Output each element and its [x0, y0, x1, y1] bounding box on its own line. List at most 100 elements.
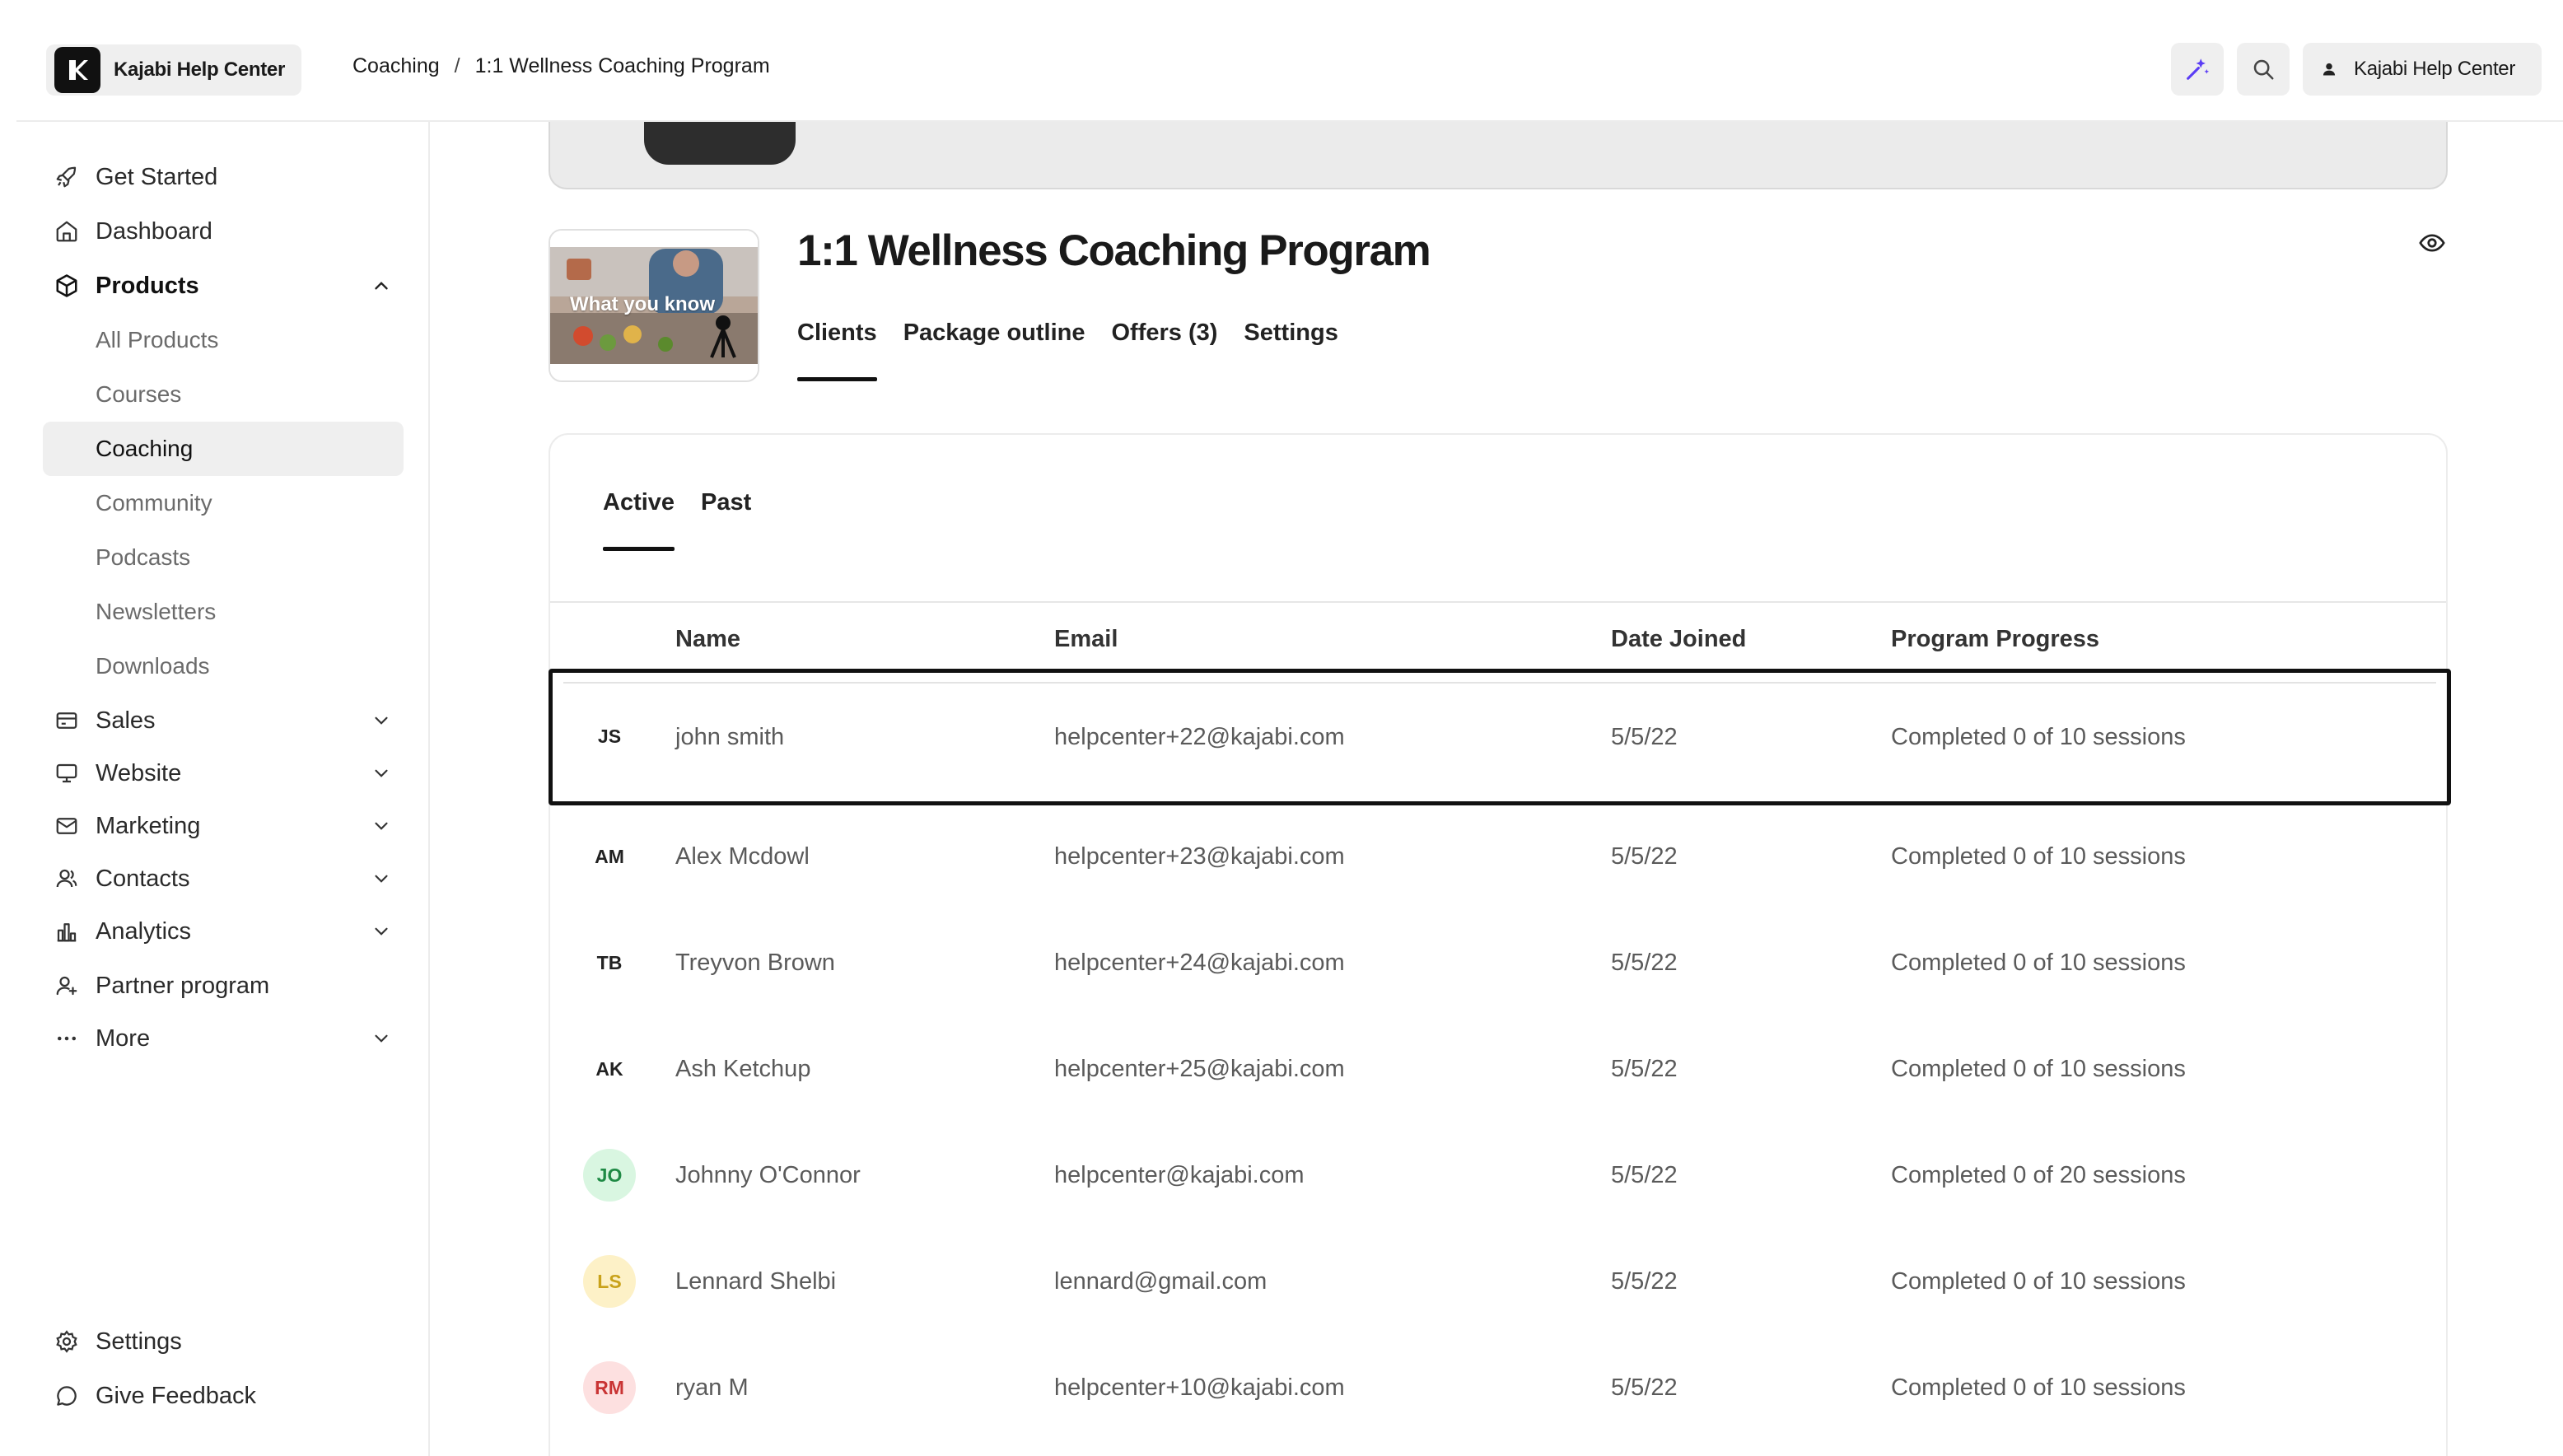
breadcrumb-separator: / [454, 54, 460, 77]
client-email: helpcenter+25@kajabi.com [1054, 1055, 1345, 1082]
avatar: AK [583, 1043, 636, 1095]
chevron-down-icon[interactable] [371, 1028, 392, 1049]
table-row[interactable]: TB Treyvon Brown helpcenter+24@kajabi.co… [550, 910, 2449, 1015]
avatar: JS [583, 710, 636, 763]
table-row[interactable]: JS john smith helpcenter+22@kajabi.com 5… [549, 669, 2451, 805]
account-label: Kajabi Help Center [2354, 58, 2516, 80]
sidebar-item-contacts[interactable]: Contacts [43, 852, 404, 906]
client-progress: Completed 0 of 10 sessions [1891, 1055, 2186, 1082]
sidebar-item-give-feedback[interactable]: Give Feedback [43, 1369, 404, 1423]
client-progress: Completed 0 of 10 sessions [1891, 1374, 2186, 1401]
sidebar-item-website[interactable]: Website [43, 746, 404, 800]
chevron-down-icon[interactable] [371, 921, 392, 942]
divider [550, 601, 2446, 603]
search-button[interactable] [2237, 43, 2290, 96]
tab-clients[interactable]: Clients [797, 320, 877, 385]
sidebar-item-label: Sales [96, 707, 156, 734]
ai-assistant-button[interactable] [2171, 43, 2224, 96]
client-email: helpcenter+24@kajabi.com [1054, 949, 1345, 976]
chevron-down-icon[interactable] [371, 710, 392, 731]
tab-active[interactable]: Active [603, 489, 675, 552]
sidebar-item-marketing[interactable]: Marketing [43, 799, 404, 853]
column-header-email[interactable]: Email [1054, 626, 1118, 653]
banner-button[interactable] [644, 122, 796, 165]
monitor-icon [43, 761, 96, 786]
breadcrumb-coaching[interactable]: Coaching [352, 54, 440, 78]
client-date-joined: 5/5/22 [1611, 949, 1678, 976]
preview-button[interactable] [2418, 229, 2446, 261]
chevron-down-icon[interactable] [371, 815, 392, 837]
sidebar-subitem-podcasts[interactable]: Podcasts [43, 530, 404, 585]
chevron-up-icon[interactable] [371, 275, 392, 296]
client-progress: Completed 0 of 10 sessions [1891, 723, 2186, 750]
client-name: ryan M [675, 1374, 749, 1401]
column-header-name[interactable]: Name [675, 626, 740, 653]
tab-package-outline[interactable]: Package outline [903, 320, 1085, 385]
client-name: Treyvon Brown [675, 949, 835, 976]
client-date-joined: 5/5/22 [1611, 723, 1678, 750]
chevron-down-icon[interactable] [371, 763, 392, 784]
table-row[interactable]: AK Ash Ketchup helpcenter+25@kajabi.com … [550, 1016, 2449, 1122]
sidebar-item-more[interactable]: More [43, 1011, 404, 1066]
sidebar-subitem-downloads[interactable]: Downloads [43, 639, 404, 693]
brand-button[interactable]: Kajabi Help Center [46, 44, 301, 96]
sidebar-item-sales[interactable]: Sales [43, 693, 404, 748]
chevron-down-icon[interactable] [371, 868, 392, 889]
kajabi-logo-icon [54, 47, 100, 93]
users-icon [43, 866, 96, 891]
sidebar-item-dashboard[interactable]: Dashboard [43, 204, 404, 259]
sidebar-subitem-all-products[interactable]: All Products [43, 313, 404, 367]
client-email: helpcenter+22@kajabi.com [1054, 723, 1345, 750]
client-name: Alex Mcdowl [675, 842, 810, 870]
client-name: Johnny O'Connor [675, 1161, 861, 1188]
client-email: helpcenter+10@kajabi.com [1054, 1374, 1345, 1401]
table-row[interactable]: JO Johnny O'Connor helpcenter@kajabi.com… [550, 1122, 2449, 1228]
table-row[interactable]: LS Lennard Shelbi lennard@gmail.com 5/5/… [550, 1229, 2449, 1334]
tab-past[interactable]: Past [701, 489, 751, 552]
breadcrumb: Coaching / 1:1 Wellness Coaching Program [352, 54, 770, 78]
sidebar-subitem-coaching[interactable]: Coaching [43, 422, 404, 476]
avatar: AM [583, 830, 636, 883]
column-header-program-progress[interactable]: Program Progress [1891, 626, 2099, 653]
table-row[interactable]: AM Alex Mcdowl helpcenter+23@kajabi.com … [550, 804, 2449, 909]
sidebar-item-settings[interactable]: Settings [43, 1314, 404, 1369]
sidebar-item-products[interactable]: Products [43, 259, 404, 313]
tab-offers[interactable]: Offers (3) [1112, 320, 1218, 385]
sidebar-item-label: Dashboard [96, 217, 212, 245]
clients-card: Active Past Name Email Date Joined Progr… [549, 433, 2451, 1456]
tab-settings[interactable]: Settings [1244, 320, 1338, 385]
client-date-joined: 5/5/22 [1611, 1374, 1678, 1401]
client-date-joined: 5/5/22 [1611, 1055, 1678, 1082]
sidebar-item-label: Contacts [96, 865, 190, 892]
page-title: 1:1 Wellness Coaching Program [797, 226, 1431, 275]
client-progress: Completed 0 of 10 sessions [1891, 1267, 2186, 1295]
sidebar-item-label: Give Feedback [96, 1382, 257, 1409]
user-icon [2323, 63, 2336, 76]
thumbnail-text: What you know [570, 293, 715, 315]
column-header-date-joined[interactable]: Date Joined [1611, 626, 1746, 653]
client-date-joined: 5/5/22 [1611, 842, 1678, 870]
top-bar: Kajabi Help Center Coaching / 1:1 Wellne… [16, 0, 2563, 122]
client-name: Lennard Shelbi [675, 1267, 837, 1295]
sidebar-item-get-started[interactable]: Get Started [43, 150, 404, 204]
client-progress: Completed 0 of 10 sessions [1891, 842, 2186, 870]
sidebar-subitem-newsletters[interactable]: Newsletters [43, 585, 404, 639]
sidebar-item-label: Settings [96, 1328, 182, 1355]
client-progress: Completed 0 of 10 sessions [1891, 949, 2186, 976]
sidebar-subitem-community[interactable]: Community [43, 476, 404, 530]
avatar: RM [583, 1361, 636, 1414]
sidebar-item-label: More [96, 1024, 151, 1052]
product-thumbnail[interactable]: What you know [549, 229, 759, 382]
sidebar-item-analytics[interactable]: Analytics [43, 904, 404, 959]
account-menu-button[interactable]: Kajabi Help Center [2303, 43, 2542, 96]
sidebar-item-partner-program[interactable]: Partner program [43, 959, 404, 1013]
sidebar-subitem-courses[interactable]: Courses [43, 367, 404, 422]
credit-card-icon [43, 708, 96, 733]
client-progress: Completed 0 of 20 sessions [1891, 1161, 2186, 1188]
breadcrumb-current: 1:1 Wellness Coaching Program [474, 54, 770, 77]
sidebar-item-label: Products [96, 272, 199, 299]
client-name: john smith [675, 723, 785, 750]
sidebar-item-label: Get Started [96, 163, 218, 190]
table-row[interactable]: RM ryan M helpcenter+10@kajabi.com 5/5/2… [550, 1335, 2449, 1440]
client-email: helpcenter@kajabi.com [1054, 1161, 1305, 1188]
